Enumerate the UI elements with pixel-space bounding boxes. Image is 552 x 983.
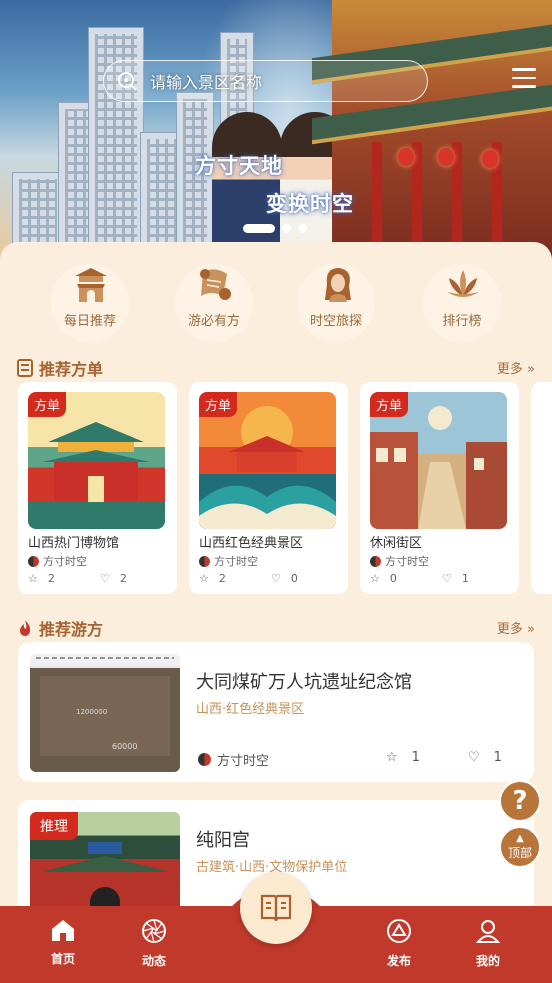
card-title: 休闲街区 <box>370 536 423 551</box>
card-title: 山西红色经典景区 <box>199 536 304 551</box>
star-icon: ☆ <box>386 750 398 765</box>
lantern-icon <box>438 148 454 166</box>
card-image: 方单 <box>28 392 165 529</box>
card-image: 方单 <box>199 392 336 529</box>
star-icon: ☆ <box>28 572 38 585</box>
fangdan-card[interactable]: 方单 休闲街区 方寸时空 ☆ 0 ♡ 1 <box>360 382 519 594</box>
home-icon <box>52 920 74 941</box>
star-icon: ☆ <box>199 572 209 585</box>
card-author: 方寸时空 <box>370 553 429 569</box>
scroll-icon <box>200 269 231 300</box>
lotus-icon <box>447 270 479 297</box>
hero-banner[interactable]: 方寸天地 变换时空 请输入景区名称 <box>0 0 552 262</box>
figure-left <box>212 112 282 262</box>
fangdan-card[interactable]: 方单 山西热门博物馆 方寸时空 ☆ 2 ♡ 2 <box>18 382 177 594</box>
back-to-top-button[interactable]: ▲ 顶部 <box>499 826 541 868</box>
favorite-stat[interactable]: ☆ 2 <box>199 572 226 585</box>
category-row: 每日推荐 游必有方 时空旅探 排行榜 <box>0 260 552 342</box>
heart-icon: ♡ <box>468 750 480 765</box>
star-icon: ☆ <box>370 572 380 585</box>
card-tag: 推理 <box>30 812 78 840</box>
user-icon <box>475 920 501 943</box>
fangdan-card-peek[interactable] <box>531 382 552 594</box>
lantern-icon <box>398 148 414 166</box>
bottom-tab-bar: 首页 动态 发布 我的 <box>0 872 552 983</box>
card-author: 方寸时空 <box>199 553 258 569</box>
favorite-stat[interactable]: ☆ 2 <box>28 572 55 585</box>
publish-triangle-icon <box>387 919 411 943</box>
search-input[interactable]: 请输入景区名称 <box>103 60 428 102</box>
author-logo-icon <box>28 555 39 567</box>
list-document-icon <box>17 359 33 377</box>
section-title: 推荐方单 <box>39 360 104 379</box>
heart-icon: ♡ <box>271 572 281 585</box>
memorial-wall-illustration: 1200000 60000 <box>30 654 180 756</box>
more-link[interactable]: 更多 » <box>497 358 535 377</box>
card-author: 方寸时空 <box>198 750 269 769</box>
triangle-up-icon: ▲ <box>516 832 524 844</box>
section-youfang-header: 推荐游方 <box>17 616 103 640</box>
youfang-card[interactable]: 1200000 60000 大同煤矿万人坑遗址纪念馆 山西·红色经典景区 方寸时… <box>18 642 534 782</box>
double-chevron-right-icon: » <box>527 622 535 637</box>
heart-icon: ♡ <box>100 572 110 585</box>
like-stat[interactable]: ♡ 0 <box>271 572 298 585</box>
carousel-dot[interactable] <box>282 224 291 233</box>
carousel-dot[interactable] <box>298 224 307 233</box>
favorite-stat[interactable]: ☆ 1 <box>386 750 420 765</box>
card-tag: 方单 <box>199 392 238 417</box>
lantern-icon <box>482 150 498 168</box>
search-placeholder: 请输入景区名称 <box>150 73 263 92</box>
tab-home[interactable]: 首页 <box>33 918 93 967</box>
menu-icon[interactable] <box>512 68 536 90</box>
card-image: 1200000 60000 <box>30 654 180 772</box>
center-book-button[interactable] <box>240 872 312 944</box>
author-logo-icon <box>370 555 381 567</box>
help-button[interactable]: ? <box>499 780 541 822</box>
search-icon <box>118 72 137 91</box>
card-title: 纯阳宫 <box>196 830 250 851</box>
double-chevron-right-icon: » <box>527 362 535 377</box>
like-stat[interactable]: ♡ 2 <box>100 572 127 585</box>
aperture-icon <box>142 919 166 943</box>
book-icon <box>260 894 292 922</box>
fangdan-card[interactable]: 方单 山西红色经典景区 方寸时空 ☆ 2 ♡ 0 <box>189 382 348 594</box>
category-daily[interactable]: 每日推荐 <box>51 260 129 342</box>
favorite-stat[interactable]: ☆ 0 <box>370 572 397 585</box>
flame-icon <box>20 620 31 636</box>
section-title: 推荐游方 <box>39 620 104 639</box>
tab-publish[interactable]: 发布 <box>369 918 429 969</box>
carousel-dot-active[interactable] <box>243 224 275 233</box>
card-author: 方寸时空 <box>28 553 87 569</box>
card-subtitle: 山西·红色经典景区 <box>196 702 305 717</box>
carousel-indicator <box>243 224 307 233</box>
category-guide[interactable]: 游必有方 <box>175 260 253 342</box>
category-explore[interactable]: 时空旅探 <box>297 260 375 342</box>
tab-feed[interactable]: 动态 <box>124 918 184 969</box>
gate-tower-icon <box>75 268 107 302</box>
svg-text:1200000: 1200000 <box>76 708 107 716</box>
ancient-palace <box>312 0 552 262</box>
author-logo-icon <box>199 555 210 567</box>
card-title: 大同煤矿万人坑遗址纪念馆 <box>196 672 412 693</box>
traveler-portrait-icon <box>325 268 351 302</box>
card-tag: 方单 <box>370 392 409 417</box>
tab-profile[interactable]: 我的 <box>458 918 518 969</box>
heart-icon: ♡ <box>442 572 452 585</box>
slogan-line2: 变换时空 <box>266 192 354 216</box>
main-content: 每日推荐 游必有方 时空旅探 排行榜 推荐方单 更多 » 方单 山西热门博物馆 … <box>0 242 552 942</box>
like-stat[interactable]: ♡ 1 <box>442 572 469 585</box>
more-link[interactable]: 更多 » <box>497 618 535 637</box>
card-image: 方单 <box>370 392 507 529</box>
section-fangdan-header: 推荐方单 <box>17 356 103 380</box>
like-stat[interactable]: ♡ 1 <box>468 750 502 765</box>
author-logo-icon <box>198 753 211 766</box>
slogan-line1: 方寸天地 <box>195 154 283 178</box>
category-ranking[interactable]: 排行榜 <box>423 260 501 342</box>
svg-text:60000: 60000 <box>112 742 137 751</box>
card-title: 山西热门博物馆 <box>28 536 120 551</box>
card-tag: 方单 <box>28 392 67 417</box>
